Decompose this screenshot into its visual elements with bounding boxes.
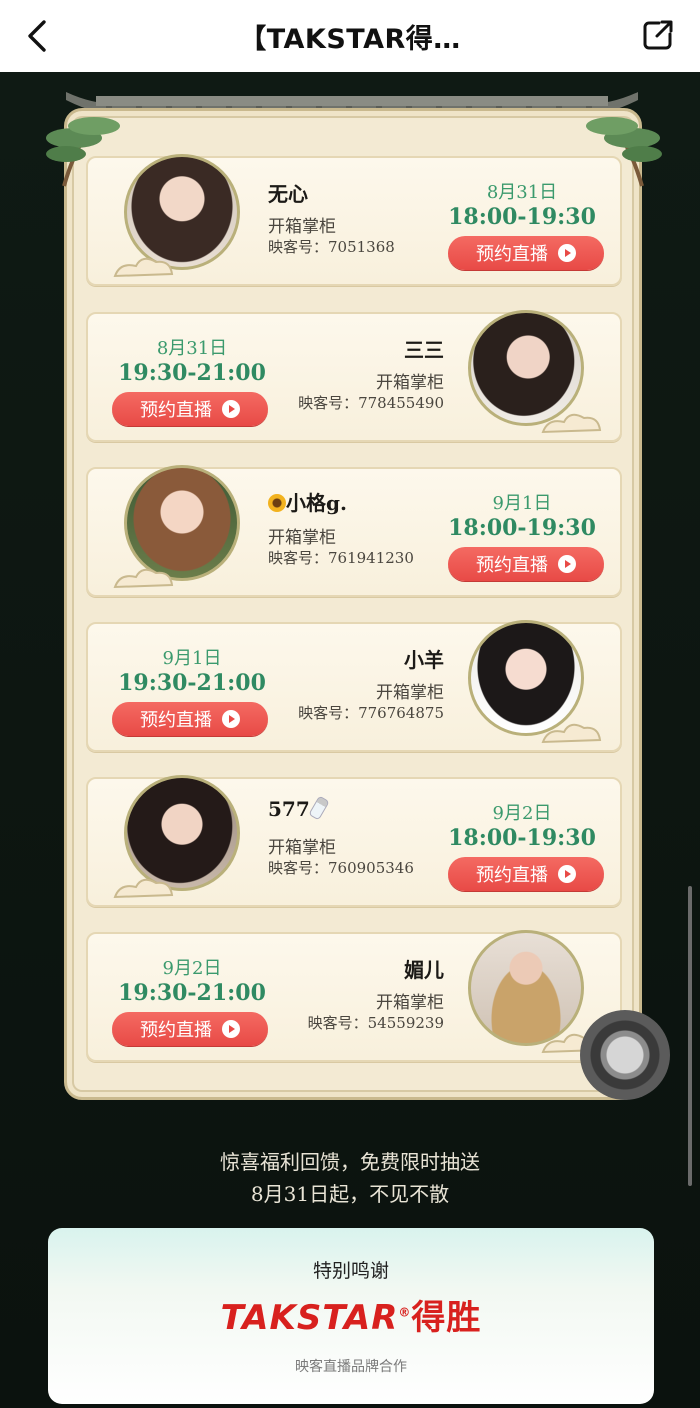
cloud-decoration xyxy=(541,413,602,434)
schedule-date: 9月1日 xyxy=(492,493,552,514)
back-icon[interactable] xyxy=(18,16,58,56)
host-uid: 映客号：778455490 xyxy=(298,394,444,412)
host-uid: 映客号：7051368 xyxy=(268,238,395,256)
nav-bar: 【TAKSTAR得… xyxy=(0,0,700,72)
host-uid: 映客号：761941230 xyxy=(268,549,414,567)
play-icon xyxy=(222,710,240,728)
host-role: 开箱掌柜 xyxy=(268,838,336,858)
reserve-label: 预约直播 xyxy=(140,1020,212,1041)
sponsor-logo: TAKSTAR®得胜 xyxy=(220,1298,482,1338)
host-name: 小格g. xyxy=(268,487,347,516)
reserve-label: 预约直播 xyxy=(140,400,212,421)
schedule-date: 8月31日 xyxy=(486,182,558,203)
host-name: 媚儿 xyxy=(404,958,444,982)
host-uid: 映客号：776764875 xyxy=(298,704,444,722)
share-icon[interactable] xyxy=(638,15,678,55)
promo-line-2: 8月31日起，不见不散 xyxy=(250,1182,450,1206)
play-icon xyxy=(222,400,240,418)
host-name: 三三 xyxy=(404,338,444,362)
sponsor-title: 特别鸣谢 xyxy=(312,1260,389,1282)
reserve-live-button[interactable]: 预约直播 xyxy=(112,1012,268,1046)
host-card: 无心 开箱掌柜 映客号：7051368 8月31日 18:00-19:30 预约… xyxy=(86,154,622,286)
sponsor-card: 特别鸣谢 TAKSTAR®得胜 映客直播品牌合作 xyxy=(48,1228,654,1404)
sponsor-subtitle: 映客直播品牌合作 xyxy=(295,1359,407,1375)
reserve-live-button[interactable]: 预约直播 xyxy=(448,236,604,270)
host-name: 无心 xyxy=(268,182,308,206)
reserve-label: 预约直播 xyxy=(476,244,548,265)
host-name: 577 xyxy=(268,795,330,821)
promo-line-1: 惊喜福利回馈，免费限时抽送 xyxy=(220,1150,480,1174)
reserve-label: 预约直播 xyxy=(476,865,548,886)
schedule-date: 9月2日 xyxy=(492,803,552,824)
schedule-time: 18:00-19:30 xyxy=(448,825,596,851)
schedule-time: 19:30-21:00 xyxy=(118,670,266,696)
page-title: 【TAKSTAR得… xyxy=(239,23,461,55)
host-card: 9月2日 19:30-21:00 预约直播 媚儿 开箱掌柜 映客号：545592… xyxy=(86,930,622,1062)
host-role: 开箱掌柜 xyxy=(376,373,444,393)
host-role: 开箱掌柜 xyxy=(376,993,444,1013)
reserve-live-button[interactable]: 预约直播 xyxy=(112,702,268,736)
schedule-time: 18:00-19:30 xyxy=(448,515,596,541)
schedule-date: 8月31日 xyxy=(156,338,228,359)
play-icon xyxy=(558,865,576,883)
host-card: 8月31日 19:30-21:00 预约直播 三三 开箱掌柜 映客号：77845… xyxy=(86,310,622,442)
schedule-date: 9月2日 xyxy=(162,958,222,979)
cloud-decoration xyxy=(113,568,174,589)
host-role: 开箱掌柜 xyxy=(268,217,336,237)
scrollbar[interactable] xyxy=(688,886,692,1186)
floating-assistive-button[interactable] xyxy=(580,1010,670,1100)
host-role: 开箱掌柜 xyxy=(376,683,444,703)
host-name: 小羊 xyxy=(404,648,444,672)
host-uid: 映客号：54559239 xyxy=(307,1014,444,1032)
host-card: 小格g. 开箱掌柜 映客号：761941230 9月1日 18:00-19:30… xyxy=(86,465,622,597)
reserve-label: 预约直播 xyxy=(140,710,212,731)
reserve-live-button[interactable]: 预约直播 xyxy=(448,857,604,891)
schedule-date: 9月1日 xyxy=(162,648,222,669)
play-icon xyxy=(558,244,576,262)
host-card: 577 开箱掌柜 映客号：760905346 9月2日 18:00-19:30 … xyxy=(86,775,622,907)
play-icon xyxy=(222,1020,240,1038)
host-card: 9月1日 19:30-21:00 预约直播 小羊 开箱掌柜 映客号：776764… xyxy=(86,620,622,752)
sunflower-icon xyxy=(268,494,286,512)
cloud-decoration xyxy=(113,257,174,278)
cloud-decoration xyxy=(541,723,602,744)
reserve-live-button[interactable]: 预约直播 xyxy=(112,392,268,426)
schedule-time: 19:30-21:00 xyxy=(118,980,266,1006)
reserve-label: 预约直播 xyxy=(476,555,548,576)
reserve-live-button[interactable]: 预约直播 xyxy=(448,547,604,581)
cloud-decoration xyxy=(113,878,174,899)
baby-bottle-icon xyxy=(308,795,330,821)
host-uid: 映客号：760905346 xyxy=(268,859,414,877)
play-icon xyxy=(558,555,576,573)
schedule-time: 19:30-21:00 xyxy=(118,360,266,386)
schedule-time: 18:00-19:30 xyxy=(448,204,596,230)
host-role: 开箱掌柜 xyxy=(268,528,336,548)
